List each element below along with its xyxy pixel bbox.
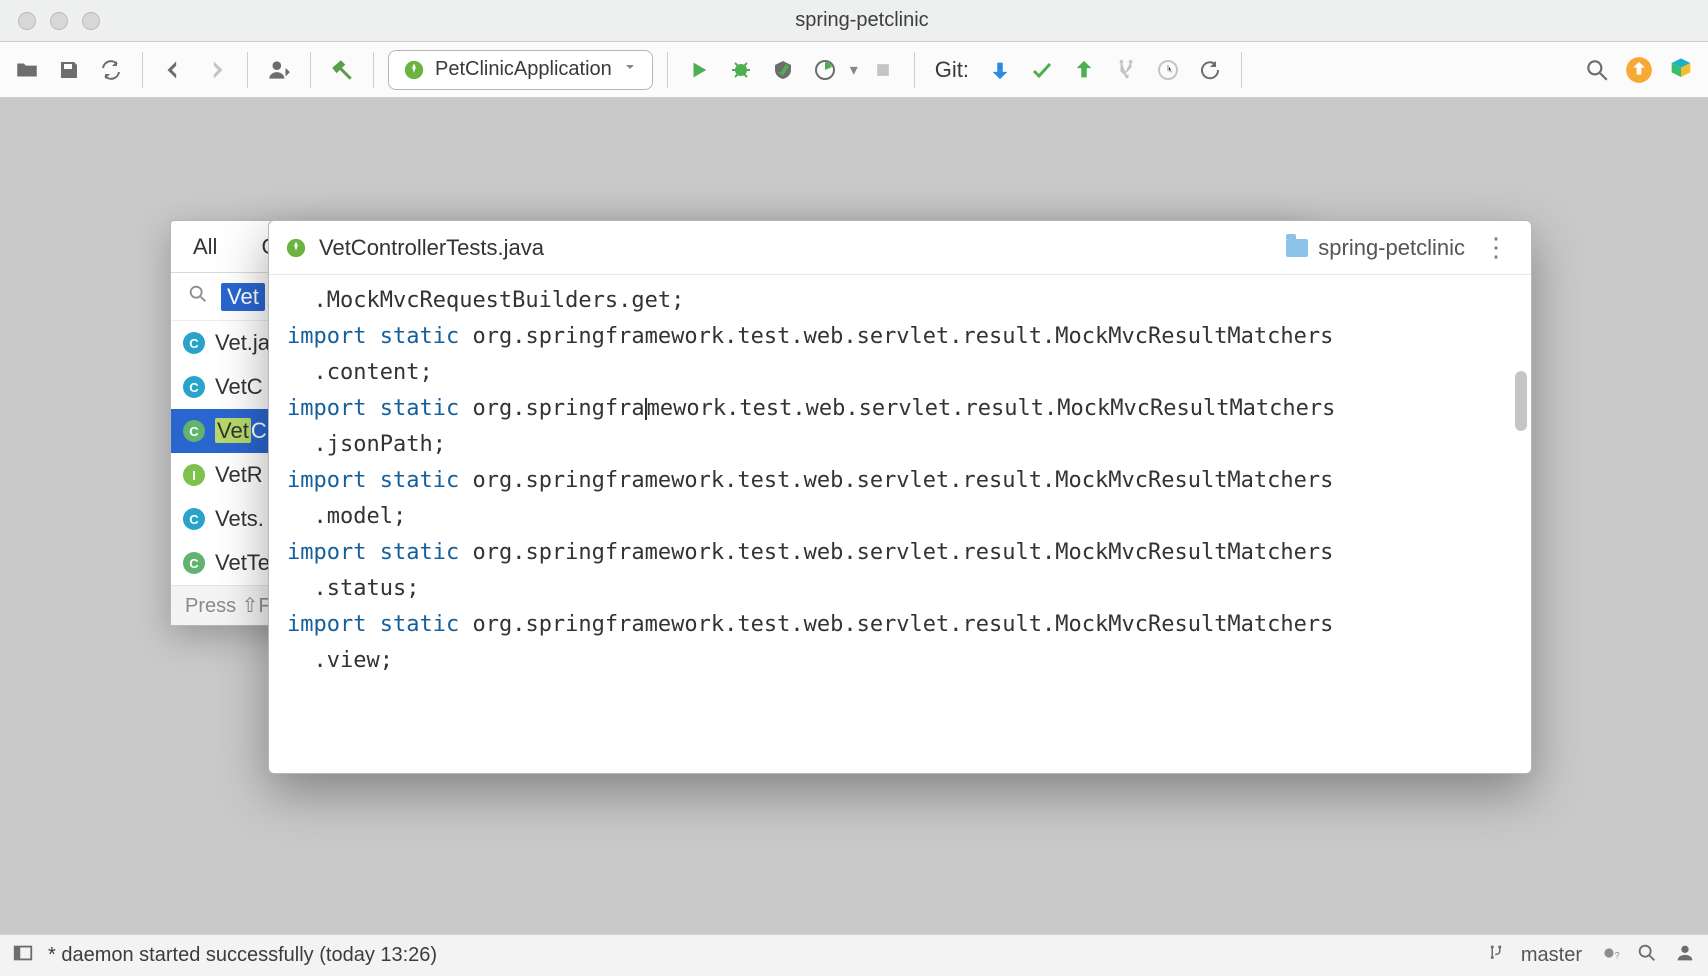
forward-button[interactable]: [199, 53, 233, 87]
toolbar-separator: [310, 52, 311, 88]
preview-title: VetControllerTests.java: [319, 235, 1274, 261]
spring-file-icon: [285, 237, 307, 259]
code-line: .model;: [287, 499, 1513, 535]
stop-button[interactable]: [866, 53, 900, 87]
maximize-window-button[interactable]: [82, 12, 100, 30]
file-type-icon: C: [183, 552, 205, 574]
ide-window: spring-petclinic: [0, 0, 1708, 976]
window-title: spring-petclinic: [100, 9, 1624, 32]
spring-boot-icon: [403, 59, 425, 81]
debug-button[interactable]: [724, 53, 758, 87]
tool-window-toggle-icon[interactable]: [12, 942, 34, 970]
code-line: import static org.springframework.test.w…: [287, 391, 1513, 427]
preview-header: VetControllerTests.java spring-petclinic…: [269, 221, 1531, 275]
git-branch-button[interactable]: [1109, 53, 1143, 87]
git-history-button[interactable]: [1151, 53, 1185, 87]
git-branch-name[interactable]: master: [1521, 944, 1582, 967]
quick-preview-popup[interactable]: VetControllerTests.java spring-petclinic…: [268, 220, 1532, 774]
titlebar: spring-petclinic: [0, 0, 1708, 42]
chevron-down-icon[interactable]: ▾: [850, 60, 858, 80]
search-button[interactable]: [1580, 53, 1614, 87]
git-push-button[interactable]: [1067, 53, 1101, 87]
toolbar-separator: [1241, 52, 1242, 88]
code-line: import static org.springframework.test.w…: [287, 607, 1513, 643]
git-revert-button[interactable]: [1193, 53, 1227, 87]
toolbar-separator: [247, 52, 248, 88]
toolbar-separator: [373, 52, 374, 88]
more-menu-button[interactable]: ⋮: [1477, 232, 1515, 263]
preview-project-name: spring-petclinic: [1318, 235, 1465, 261]
ide-updates-button[interactable]: [1622, 53, 1656, 87]
code-line: .MockMvcRequestBuilders.get;: [287, 283, 1513, 319]
build-button[interactable]: [325, 53, 359, 87]
toolbar-separator: [914, 52, 915, 88]
chevron-down-icon: [622, 59, 638, 80]
jetbrains-toolbox-icon[interactable]: [1664, 53, 1698, 87]
search-result-label: VetC: [215, 374, 263, 400]
code-line: import static org.springframework.test.w…: [287, 535, 1513, 571]
git-branch-icon[interactable]: [1487, 944, 1505, 968]
run-config-label: PetClinicApplication: [435, 58, 612, 81]
search-icon: [187, 283, 209, 310]
search-result-label: VetC: [215, 418, 267, 444]
tab-all[interactable]: All: [171, 221, 239, 272]
code-line: .view;: [287, 643, 1513, 679]
close-window-button[interactable]: [18, 12, 36, 30]
file-type-icon: C: [183, 332, 205, 354]
minimize-window-button[interactable]: [50, 12, 68, 30]
file-type-icon: C: [183, 508, 205, 530]
user-icon[interactable]: [1674, 942, 1696, 970]
open-button[interactable]: [10, 53, 44, 87]
toolbar-separator: [667, 52, 668, 88]
main-toolbar: PetClinicApplication ▾ Git:: [0, 42, 1708, 98]
folder-icon: [1286, 239, 1308, 257]
git-update-button[interactable]: [983, 53, 1017, 87]
run-config-selector[interactable]: PetClinicApplication: [388, 50, 653, 90]
back-button[interactable]: [157, 53, 191, 87]
search-result-label: VetR: [215, 462, 263, 488]
preview-code[interactable]: .MockMvcRequestBuilders.get;import stati…: [269, 275, 1531, 697]
code-line: .status;: [287, 571, 1513, 607]
code-line: .jsonPath;: [287, 427, 1513, 463]
inspection-icon[interactable]: ?: [1598, 942, 1620, 970]
sync-button[interactable]: [94, 53, 128, 87]
file-type-icon: C: [183, 420, 205, 442]
profile-run-button[interactable]: [808, 53, 842, 87]
file-type-icon: C: [183, 376, 205, 398]
svg-text:?: ?: [1615, 950, 1620, 960]
code-line: import static org.springframework.test.w…: [287, 319, 1513, 355]
scrollbar-thumb[interactable]: [1515, 371, 1527, 431]
preview-scrollbar[interactable]: [1515, 301, 1527, 731]
git-label: Git:: [935, 57, 969, 83]
save-all-button[interactable]: [52, 53, 86, 87]
run-button[interactable]: [682, 53, 716, 87]
toolbar-separator: [142, 52, 143, 88]
code-line: .content;: [287, 355, 1513, 391]
git-commit-button[interactable]: [1025, 53, 1059, 87]
status-bar: * daemon started successfully (today 13:…: [0, 934, 1708, 976]
search-result-label: Vets.: [215, 506, 264, 532]
search-result-label: Vet.ja: [215, 330, 270, 356]
run-coverage-button[interactable]: [766, 53, 800, 87]
code-line: import static org.springframework.test.w…: [287, 463, 1513, 499]
profile-button[interactable]: [262, 53, 296, 87]
find-icon[interactable]: [1636, 942, 1658, 970]
search-result-label: VetTe: [215, 550, 270, 576]
preview-project[interactable]: spring-petclinic: [1286, 235, 1465, 261]
status-message: * daemon started successfully (today 13:…: [48, 944, 437, 967]
editor-area: All C Vet CVet.jaCVetCCVetCIVetRCVets.CV…: [0, 98, 1708, 934]
file-type-icon: I: [183, 464, 205, 486]
window-controls: [18, 12, 100, 30]
search-input[interactable]: Vet: [221, 283, 265, 311]
